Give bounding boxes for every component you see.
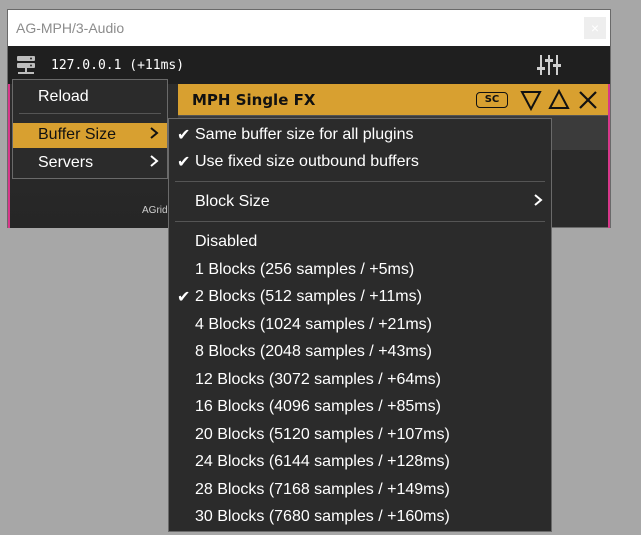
menu-item-label: 2 Blocks (512 samples / +11ms) xyxy=(195,288,422,305)
context-menu: Reload Buffer Size Servers xyxy=(12,79,168,179)
menu-item-label: Reload xyxy=(38,88,89,105)
menu-item-label: 8 Blocks (2048 samples / +43ms) xyxy=(195,343,432,360)
plugin-slot-header[interactable]: MPH Single FX SC xyxy=(178,84,608,115)
menu-item-block-option[interactable]: 4 Blocks (1024 samples / +21ms) xyxy=(169,313,551,338)
menu-item-block-option[interactable]: 20 Blocks (5120 samples / +107ms) xyxy=(169,423,551,448)
plugin-name: MPH Single FX xyxy=(192,91,316,109)
menu-item-buffer-size[interactable]: Buffer Size xyxy=(13,123,167,148)
chevron-right-icon xyxy=(150,127,159,139)
menu-item-block-option[interactable]: 1 Blocks (256 samples / +5ms) xyxy=(169,258,551,283)
menu-item-block-option[interactable]: 24 Blocks (6144 samples / +128ms) xyxy=(169,450,551,475)
title-bar[interactable]: AG-MPH/3-Audio × xyxy=(8,10,610,46)
menu-item-block-option[interactable]: 28 Blocks (7168 samples / +149ms) xyxy=(169,478,551,503)
checkmark-icon: ✔ xyxy=(177,127,191,144)
menu-item-label: Buffer Size xyxy=(38,126,116,143)
menu-separator xyxy=(175,181,545,182)
left-edge-marker xyxy=(8,84,10,228)
close-icon[interactable]: × xyxy=(584,17,606,39)
menu-item-label: 12 Blocks (3072 samples / +64ms) xyxy=(195,371,441,388)
menu-item-label: Use fixed size outbound buffers xyxy=(195,153,419,170)
menu-item-label: Same buffer size for all plugins xyxy=(195,126,414,143)
menu-item-label: Block Size xyxy=(195,193,270,210)
menu-item-fixed-outbound[interactable]: ✔ Use fixed size outbound buffers xyxy=(169,150,551,175)
menu-item-label: 28 Blocks (7168 samples / +149ms) xyxy=(195,481,450,498)
menu-item-block-option[interactable]: 16 Blocks (4096 samples / +85ms) xyxy=(169,395,551,420)
server-status[interactable]: 127.0.0.1 (+11ms) xyxy=(51,58,184,73)
mixer-settings-icon[interactable] xyxy=(536,53,562,77)
menu-item-label: Servers xyxy=(38,154,94,171)
menu-item-reload[interactable]: Reload xyxy=(13,85,167,110)
window-title: AG-MPH/3-Audio xyxy=(16,20,125,36)
menu-item-block-option[interactable]: 12 Blocks (3072 samples / +64ms) xyxy=(169,368,551,393)
menu-item-block-option[interactable]: Disabled xyxy=(169,230,551,255)
right-edge-marker xyxy=(608,84,610,228)
menu-item-same-buffer[interactable]: ✔ Same buffer size for all plugins xyxy=(169,123,551,148)
menu-item-label: 4 Blocks (1024 samples / +21ms) xyxy=(195,316,432,333)
menu-item-label: 20 Blocks (5120 samples / +107ms) xyxy=(195,426,450,443)
remove-icon[interactable] xyxy=(577,89,599,111)
chevron-right-icon xyxy=(534,194,543,206)
move-up-icon[interactable] xyxy=(548,89,570,111)
menu-item-block-size[interactable]: Block Size xyxy=(169,190,551,215)
agrid-label: AGrid xyxy=(142,205,168,216)
buffer-size-submenu: ✔ Same buffer size for all plugins ✔ Use… xyxy=(168,118,552,532)
chevron-right-icon xyxy=(150,155,159,167)
server-icon[interactable] xyxy=(16,55,36,75)
move-down-icon[interactable] xyxy=(520,89,542,111)
menu-separator xyxy=(19,113,161,114)
checkmark-icon: ✔ xyxy=(177,289,191,306)
menu-item-label: 30 Blocks (7680 samples / +160ms) xyxy=(195,508,450,525)
menu-item-label: 24 Blocks (6144 samples / +128ms) xyxy=(195,453,450,470)
sidechain-button[interactable]: SC xyxy=(476,92,508,108)
checkmark-icon: ✔ xyxy=(177,154,191,171)
menu-item-block-option[interactable]: 30 Blocks (7680 samples / +160ms) xyxy=(169,505,551,530)
menu-item-label: 16 Blocks (4096 samples / +85ms) xyxy=(195,398,441,415)
menu-item-servers[interactable]: Servers xyxy=(13,151,167,176)
menu-item-block-option[interactable]: ✔ 2 Blocks (512 samples / +11ms) xyxy=(169,285,551,310)
menu-separator xyxy=(175,221,545,222)
menu-item-label: 1 Blocks (256 samples / +5ms) xyxy=(195,261,415,278)
menu-item-label: Disabled xyxy=(195,233,258,250)
menu-item-block-option[interactable]: 8 Blocks (2048 samples / +43ms) xyxy=(169,340,551,365)
